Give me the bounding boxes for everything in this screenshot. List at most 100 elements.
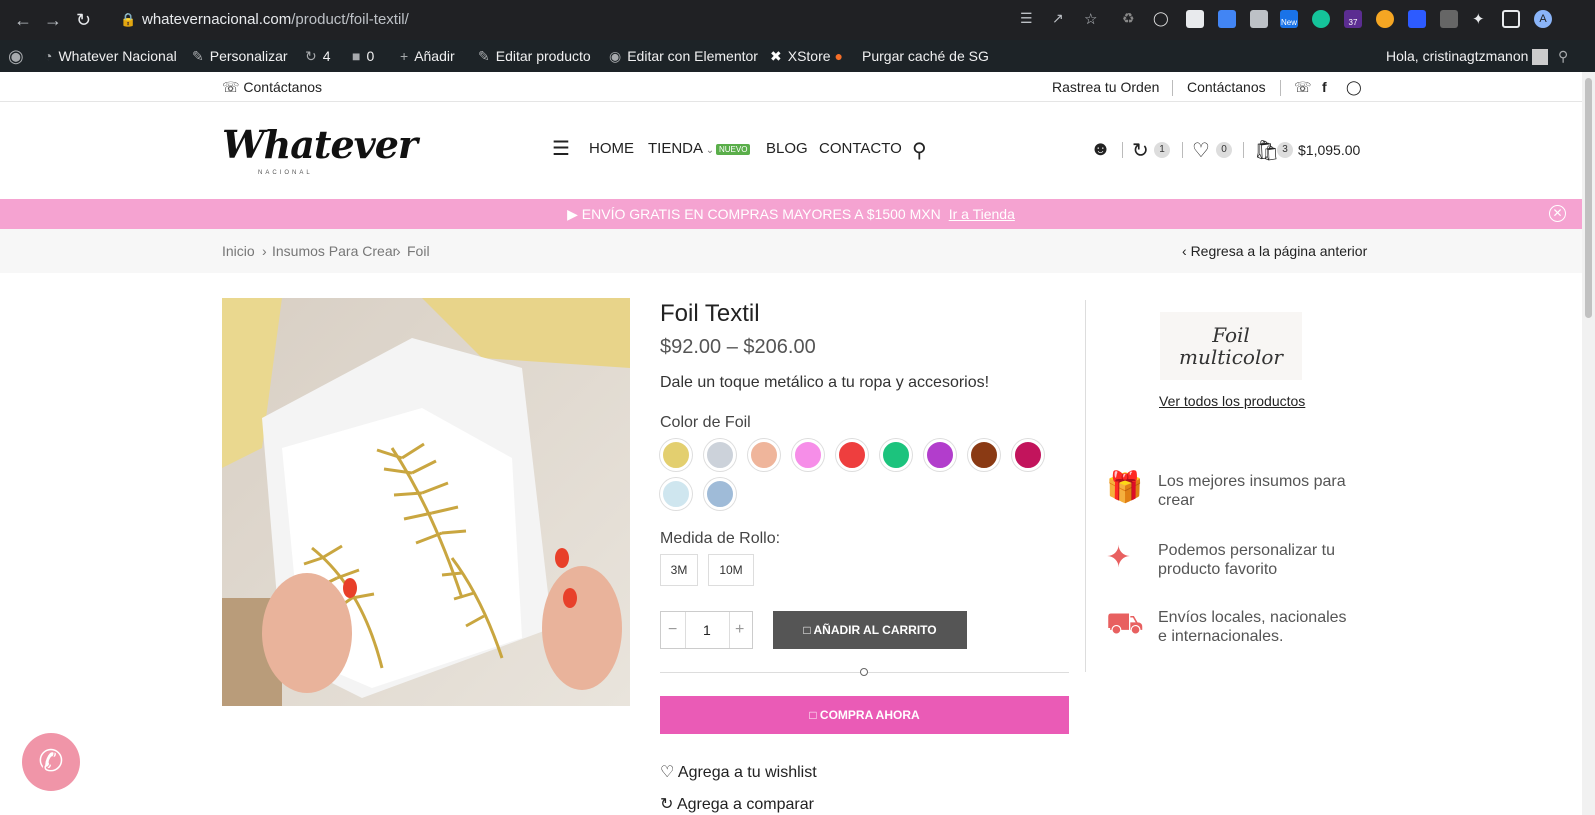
- color-swatch[interactable]: [1012, 439, 1044, 471]
- minus-button[interactable]: −: [668, 612, 677, 648]
- wishlist-icon[interactable]: ♡: [1192, 138, 1210, 163]
- color-swatch[interactable]: [924, 439, 956, 471]
- warning-icon: ●: [834, 48, 843, 64]
- back-icon[interactable]: ←: [14, 10, 32, 31]
- wordpress-icon[interactable]: ◉: [8, 40, 24, 72]
- search-icon[interactable]: ⚲: [912, 138, 927, 163]
- nav-blog[interactable]: BLOG: [766, 140, 808, 157]
- cart-total[interactable]: $1,095.00: [1298, 142, 1360, 158]
- quantity-input[interactable]: 1: [703, 612, 711, 648]
- nav-tienda-label: TIENDA: [648, 140, 704, 157]
- heart-icon: ♡: [660, 764, 678, 781]
- breadcrumb-category[interactable]: Insumos Para Crear: [272, 229, 397, 273]
- cast-icon[interactable]: [1186, 10, 1204, 28]
- color-swatch[interactable]: [660, 478, 692, 510]
- product-title: Foil Textil: [660, 300, 760, 327]
- brand-line-1: Foil: [1212, 323, 1250, 347]
- nav-tienda[interactable]: TIENDA ⌄: [648, 140, 714, 157]
- feature-shipping: Envíos locales, nacionales e internacion…: [1158, 609, 1347, 645]
- color-swatch[interactable]: [660, 439, 692, 471]
- new-badge: NUEVO: [716, 144, 751, 155]
- new-extension-icon[interactable]: New: [1280, 10, 1298, 28]
- color-swatch[interactable]: [704, 478, 736, 510]
- add-to-compare[interactable]: ↻ Agrega a comparar: [660, 794, 814, 814]
- purge-cache-link[interactable]: Purgar caché de SG: [862, 40, 989, 72]
- back-link[interactable]: ‹ Regresa a la página anterior: [1182, 229, 1367, 273]
- add-to-cart-button[interactable]: □ AÑADIR AL CARRITO: [773, 611, 967, 649]
- size-option-10m[interactable]: 10M: [708, 554, 754, 586]
- account-icon[interactable]: ☻: [1090, 138, 1111, 161]
- elementor-link[interactable]: ◉ Editar con Elementor: [609, 40, 758, 72]
- puzzle-icon[interactable]: ✦: [1472, 10, 1490, 28]
- forward-icon[interactable]: →: [44, 10, 62, 31]
- edit-product-link[interactable]: ✎ Editar producto: [478, 40, 591, 72]
- address-bar[interactable]: 🔒 whatevernacional.com/product/foil-text…: [108, 5, 1108, 35]
- color-swatch[interactable]: [836, 439, 868, 471]
- promo-banner: ▶ ENVÍO GRATIS EN COMPRAS MAYORES A $150…: [0, 199, 1582, 229]
- add-to-wishlist[interactable]: ♡ Agrega a tu wishlist: [660, 762, 817, 782]
- cart-icon[interactable]: 🛍: [1254, 138, 1279, 163]
- color-swatch[interactable]: [748, 439, 780, 471]
- track-order-link[interactable]: Rastrea tu Orden: [1052, 72, 1159, 102]
- brush-icon: ✎: [192, 48, 204, 64]
- breadcrumb-home[interactable]: Inicio: [222, 229, 255, 273]
- contact-link-left[interactable]: ☏ Contáctanos: [222, 72, 322, 102]
- video-extension-icon[interactable]: [1408, 10, 1426, 28]
- promo-link[interactable]: Ir a Tienda: [949, 206, 1015, 222]
- search-icon[interactable]: ⚲: [1558, 40, 1568, 72]
- xstore-icon: ✖: [770, 48, 782, 64]
- site-link[interactable]: ◔ Whatever Nacional: [44, 40, 177, 72]
- xstore-link[interactable]: ✖ XStore ●: [770, 40, 843, 72]
- site-logo[interactable]: Whatever: [222, 122, 418, 167]
- comments-link[interactable]: ■ 0: [352, 40, 374, 72]
- google-translate-icon[interactable]: [1218, 10, 1236, 28]
- comment-icon: ■: [352, 48, 361, 64]
- instagram-icon[interactable]: ◯: [1346, 72, 1362, 102]
- product-image[interactable]: [222, 298, 630, 706]
- side-panel-icon[interactable]: [1502, 10, 1520, 28]
- translate-icon[interactable]: ☰: [1020, 10, 1038, 28]
- customize-link[interactable]: ✎ Personalizar: [192, 40, 288, 72]
- buy-now-button[interactable]: □ COMPRA AHORA: [660, 696, 1069, 734]
- account-menu[interactable]: Hola, cristinagtzmanon: [1386, 40, 1549, 72]
- close-icon[interactable]: ✕: [1549, 205, 1566, 222]
- contact-link-right[interactable]: Contáctanos: [1187, 72, 1266, 102]
- view-all-products-link[interactable]: Ver todos los productos: [1159, 393, 1305, 409]
- size-option-3m[interactable]: 3M: [660, 554, 698, 586]
- nav-contacto[interactable]: CONTACTO: [819, 140, 902, 157]
- globe-icon[interactable]: ◯: [1153, 10, 1171, 28]
- whatsapp-chat-button[interactable]: ✆: [22, 733, 80, 791]
- compare-icon[interactable]: ↻: [1132, 138, 1149, 163]
- chevron-left-icon: ‹: [1182, 243, 1191, 259]
- hamburger-icon[interactable]: ☰: [552, 136, 570, 161]
- user-avatar: [1532, 49, 1549, 66]
- camera-icon[interactable]: [1250, 10, 1268, 28]
- facebook-icon[interactable]: f: [1322, 72, 1327, 102]
- divider-dot: [860, 668, 868, 676]
- color-swatch[interactable]: [968, 439, 1000, 471]
- add-new-link[interactable]: + Añadir: [400, 40, 455, 72]
- profile-avatar[interactable]: A: [1534, 10, 1552, 28]
- recycle-icon[interactable]: ♻: [1122, 10, 1140, 28]
- scrollbar[interactable]: [1582, 72, 1595, 815]
- share-icon[interactable]: ↗: [1052, 10, 1070, 28]
- nav-home[interactable]: HOME: [589, 140, 634, 157]
- extension-37-icon[interactable]: 37: [1344, 10, 1362, 28]
- scrollbar-thumb[interactable]: [1585, 78, 1592, 318]
- color-swatch[interactable]: [792, 439, 824, 471]
- whatsapp-icon[interactable]: ☏: [1294, 72, 1312, 102]
- color-swatch[interactable]: [880, 439, 912, 471]
- breadcrumb: Inicio › Insumos Para Crear › Foil ‹ Reg…: [0, 229, 1582, 273]
- moon-extension-icon[interactable]: [1376, 10, 1394, 28]
- reload-icon[interactable]: ↻: [76, 10, 91, 31]
- grammarly-icon[interactable]: [1312, 10, 1330, 28]
- brand-logo[interactable]: Foil multicolor: [1160, 312, 1302, 380]
- extension-x-icon[interactable]: [1440, 10, 1458, 28]
- product-price: $92.00 – $206.00: [660, 336, 816, 358]
- updates-link[interactable]: ↻ 4: [305, 40, 331, 72]
- star-icon[interactable]: ☆: [1084, 10, 1102, 28]
- color-swatch[interactable]: [704, 439, 736, 471]
- count-badge: 37: [1348, 18, 1358, 27]
- pencil-icon: ✎: [478, 48, 490, 64]
- plus-button[interactable]: +: [735, 612, 744, 648]
